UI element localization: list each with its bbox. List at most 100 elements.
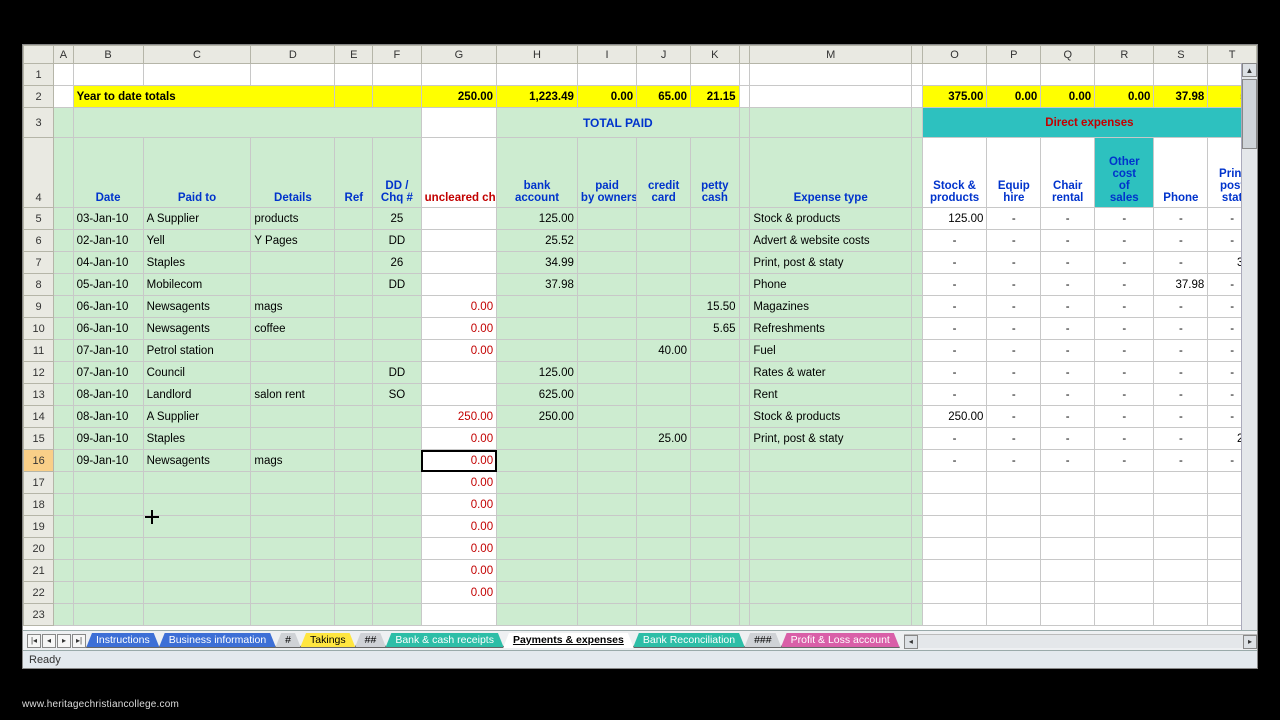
cell[interactable] bbox=[335, 340, 373, 362]
cell[interactable]: Magazines bbox=[750, 296, 912, 318]
col-header[interactable]: E bbox=[335, 46, 373, 64]
cell[interactable]: 26 bbox=[373, 252, 422, 274]
cell[interactable]: - bbox=[987, 296, 1041, 318]
cell[interactable]: - bbox=[1154, 230, 1208, 252]
cell[interactable]: Council bbox=[143, 362, 251, 384]
cell[interactable]: - bbox=[922, 362, 987, 384]
cell[interactable] bbox=[73, 538, 143, 560]
cell[interactable] bbox=[335, 318, 373, 340]
cell[interactable] bbox=[739, 64, 750, 86]
cell[interactable] bbox=[750, 538, 912, 560]
cell[interactable]: - bbox=[1154, 208, 1208, 230]
cell[interactable]: 34.99 bbox=[497, 252, 578, 274]
cell[interactable] bbox=[577, 494, 636, 516]
cell[interactable]: - bbox=[922, 318, 987, 340]
cell[interactable] bbox=[637, 384, 691, 406]
cell[interactable]: Refreshments bbox=[750, 318, 912, 340]
cell[interactable] bbox=[911, 138, 922, 208]
cell[interactable]: - bbox=[1041, 384, 1095, 406]
cell[interactable] bbox=[739, 384, 750, 406]
cell[interactable] bbox=[911, 362, 922, 384]
cell[interactable]: - bbox=[1095, 318, 1154, 340]
cell[interactable] bbox=[497, 428, 578, 450]
col-header[interactable]: Q bbox=[1041, 46, 1095, 64]
cell[interactable]: 0.00 bbox=[1095, 86, 1154, 108]
cell[interactable] bbox=[911, 472, 922, 494]
cell[interactable] bbox=[577, 318, 636, 340]
cell[interactable]: 0.00 bbox=[987, 86, 1041, 108]
cell[interactable] bbox=[497, 560, 578, 582]
cell[interactable] bbox=[373, 516, 422, 538]
cell[interactable] bbox=[54, 230, 73, 252]
row-header[interactable]: 13 bbox=[24, 384, 54, 406]
col-header[interactable]: H bbox=[497, 46, 578, 64]
sheet-tab[interactable]: Profit & Loss account bbox=[781, 633, 900, 648]
cell[interactable]: - bbox=[987, 362, 1041, 384]
cell[interactable] bbox=[911, 560, 922, 582]
col-header[interactable]: M bbox=[750, 46, 912, 64]
cell[interactable]: Phone bbox=[750, 274, 912, 296]
cell[interactable]: Newsagents bbox=[143, 450, 251, 472]
cell[interactable] bbox=[911, 516, 922, 538]
cell[interactable]: - bbox=[987, 340, 1041, 362]
cell[interactable] bbox=[497, 64, 578, 86]
cell[interactable]: paidby owners bbox=[577, 138, 636, 208]
cell[interactable] bbox=[335, 274, 373, 296]
cell[interactable] bbox=[335, 560, 373, 582]
cell[interactable] bbox=[421, 274, 496, 296]
cell[interactable] bbox=[421, 252, 496, 274]
row-header[interactable]: 6 bbox=[24, 230, 54, 252]
cell[interactable]: 5.65 bbox=[691, 318, 740, 340]
cell[interactable]: - bbox=[1095, 252, 1154, 274]
row-header[interactable]: 22 bbox=[24, 582, 54, 604]
cell[interactable] bbox=[1095, 538, 1154, 560]
col-header[interactable]: J bbox=[637, 46, 691, 64]
cell[interactable] bbox=[54, 516, 73, 538]
cell[interactable] bbox=[691, 362, 740, 384]
row-header[interactable]: 8 bbox=[24, 274, 54, 296]
cell[interactable] bbox=[251, 362, 335, 384]
cell[interactable] bbox=[637, 406, 691, 428]
cell[interactable] bbox=[691, 230, 740, 252]
row-header[interactable]: 21 bbox=[24, 560, 54, 582]
cell[interactable] bbox=[922, 538, 987, 560]
cell[interactable] bbox=[1041, 582, 1095, 604]
cell[interactable] bbox=[1095, 494, 1154, 516]
cell[interactable]: 250.00 bbox=[497, 406, 578, 428]
cell[interactable] bbox=[691, 450, 740, 472]
cell[interactable] bbox=[54, 296, 73, 318]
cell[interactable] bbox=[251, 340, 335, 362]
col-header[interactable]: P bbox=[987, 46, 1041, 64]
cell[interactable] bbox=[637, 450, 691, 472]
cell[interactable] bbox=[373, 318, 422, 340]
row-header[interactable]: 4 bbox=[24, 138, 54, 208]
cell[interactable] bbox=[637, 230, 691, 252]
cell[interactable] bbox=[335, 582, 373, 604]
sheet-tab[interactable]: Instructions bbox=[86, 633, 160, 648]
cell[interactable] bbox=[637, 472, 691, 494]
row-header[interactable]: 2 bbox=[24, 86, 54, 108]
cell[interactable] bbox=[922, 64, 987, 86]
cell[interactable] bbox=[987, 560, 1041, 582]
cell[interactable]: 1,223.49 bbox=[497, 86, 578, 108]
cell[interactable]: 0.00 bbox=[421, 318, 496, 340]
cell[interactable] bbox=[691, 560, 740, 582]
cell[interactable] bbox=[251, 428, 335, 450]
cell[interactable] bbox=[251, 406, 335, 428]
cell[interactable]: 125.00 bbox=[497, 362, 578, 384]
scroll-thumb[interactable] bbox=[1242, 79, 1257, 149]
col-header[interactable] bbox=[24, 46, 54, 64]
cell[interactable]: 250.00 bbox=[421, 86, 496, 108]
cell[interactable] bbox=[373, 428, 422, 450]
col-header[interactable]: O bbox=[922, 46, 987, 64]
col-header[interactable]: T bbox=[1208, 46, 1257, 64]
cell[interactable] bbox=[750, 560, 912, 582]
cell[interactable] bbox=[739, 538, 750, 560]
cell[interactable] bbox=[691, 494, 740, 516]
cell[interactable] bbox=[335, 64, 373, 86]
cell[interactable] bbox=[1154, 472, 1208, 494]
cell[interactable] bbox=[922, 516, 987, 538]
cell[interactable]: 0.00 bbox=[1041, 86, 1095, 108]
cell[interactable] bbox=[73, 560, 143, 582]
cell[interactable] bbox=[251, 472, 335, 494]
